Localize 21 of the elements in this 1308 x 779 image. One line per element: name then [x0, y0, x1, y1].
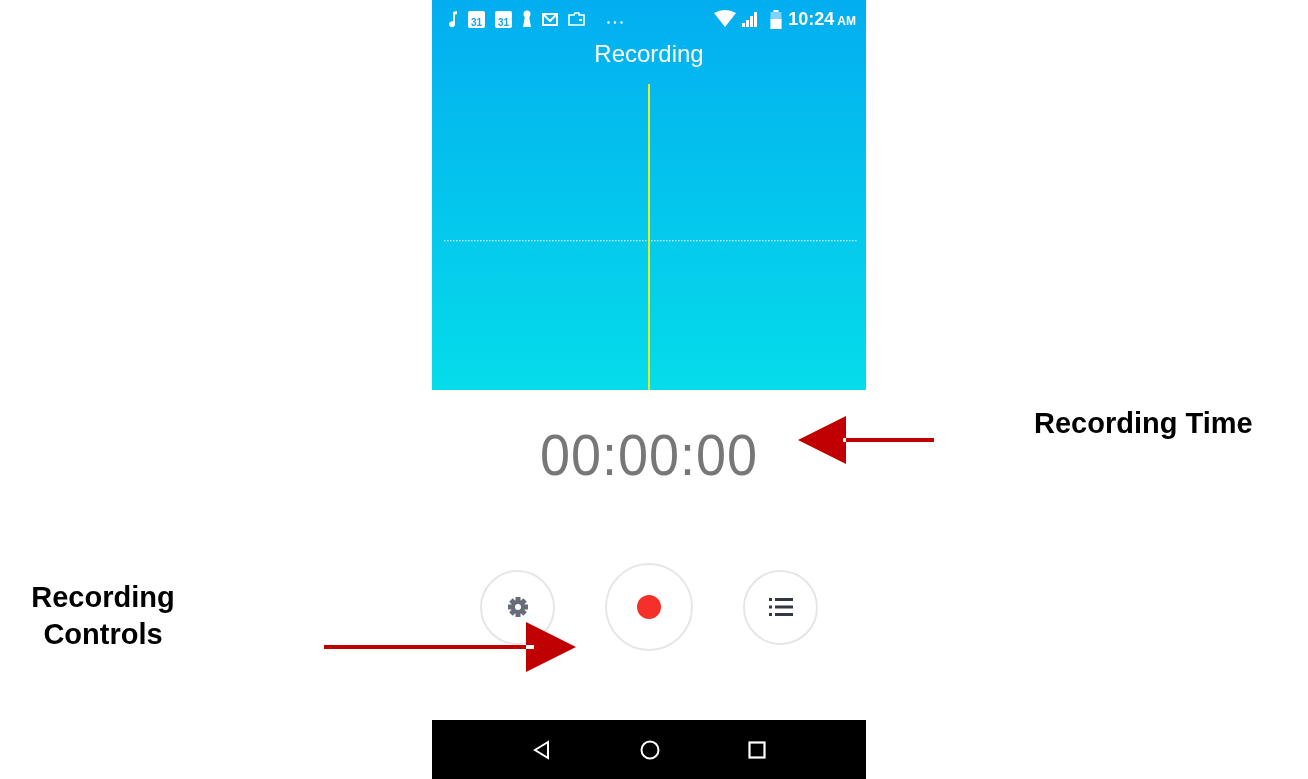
calendar-icon: 31	[495, 10, 512, 28]
music-note-icon	[448, 10, 458, 28]
annotation-label: Recording Controls	[30, 580, 176, 652]
back-button[interactable]	[532, 739, 552, 760]
wifi-icon	[714, 10, 737, 28]
wallet-icon	[568, 10, 585, 28]
annotation-label: Recording Time	[1034, 406, 1253, 441]
settings-icon	[506, 596, 529, 618]
keyhole-icon	[522, 10, 532, 28]
recording-timer: 00:00:00	[539, 422, 759, 488]
calendar-icon: 31	[468, 10, 485, 28]
home-button[interactable]	[640, 739, 660, 760]
mail-icon	[542, 10, 558, 28]
more-icon	[607, 21, 623, 24]
status-time: 10:24 AM	[788, 8, 856, 30]
battery-icon	[770, 9, 783, 29]
recents-button[interactable]	[748, 740, 766, 759]
signal-icon	[742, 11, 759, 27]
list-icon	[768, 598, 793, 616]
screen-title: Recording	[593, 40, 705, 68]
record-icon	[637, 595, 661, 619]
